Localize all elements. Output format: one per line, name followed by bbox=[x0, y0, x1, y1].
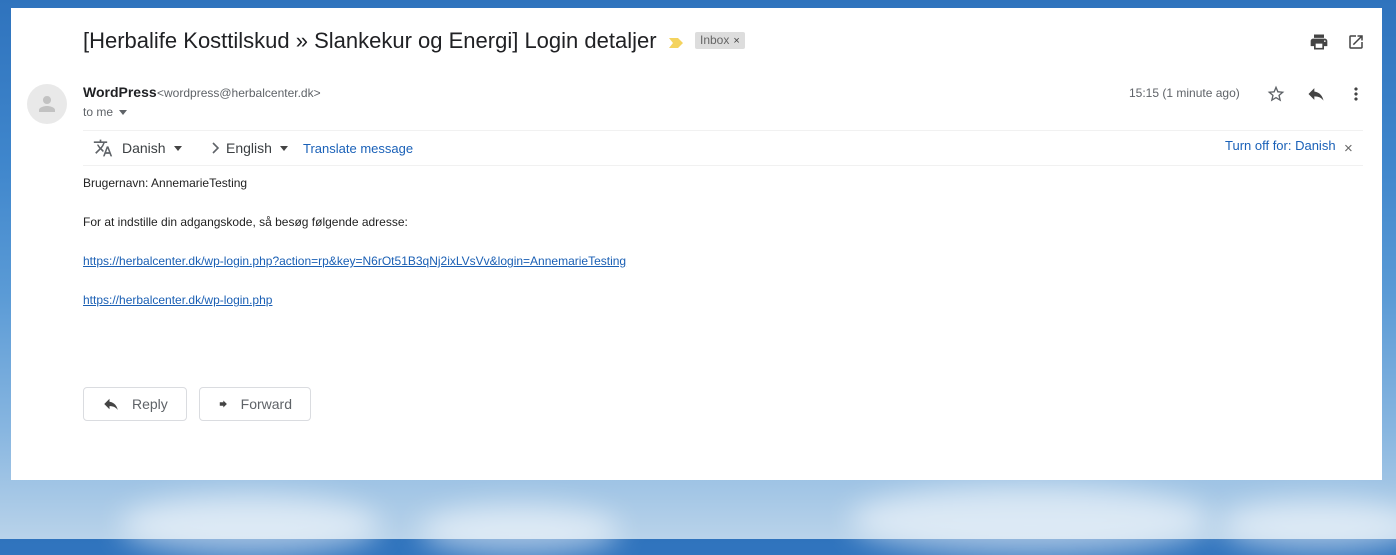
sender-name: WordPress bbox=[83, 84, 157, 100]
forward-icon bbox=[219, 400, 227, 408]
reply-button[interactable]: Reply bbox=[83, 387, 187, 421]
sender-email: <wordpress@herbalcenter.dk> bbox=[157, 86, 321, 100]
forward-button-label: Forward bbox=[240, 396, 292, 412]
forward-button[interactable]: Forward bbox=[199, 387, 311, 421]
reply-button-label: Reply bbox=[132, 396, 168, 412]
turn-off-translation-link[interactable]: Turn off for: Danish bbox=[1225, 128, 1336, 162]
remove-label-button[interactable]: × bbox=[733, 35, 739, 47]
caret-down-icon bbox=[119, 109, 128, 115]
open-in-new-window-button[interactable] bbox=[1344, 30, 1368, 54]
password-reset-link[interactable]: https://herbalcenter.dk/wp-login.php?act… bbox=[83, 254, 626, 268]
star-icon bbox=[1267, 85, 1285, 102]
target-language-label: English bbox=[226, 140, 272, 156]
more-options-button[interactable] bbox=[1344, 82, 1368, 106]
recipient-text: to me bbox=[83, 105, 114, 119]
email-view: [Herbalife Kosttilskud » Slankekur og En… bbox=[11, 8, 1382, 480]
background-cloud bbox=[420, 505, 620, 555]
print-icon bbox=[1310, 34, 1328, 50]
caret-down-icon bbox=[173, 145, 182, 151]
translate-bar: Danish English Translate message Turn of… bbox=[83, 130, 1363, 166]
email-subject: [Herbalife Kosttilskud » Slankekur og En… bbox=[83, 28, 657, 53]
dismiss-translation-button[interactable]: × bbox=[1344, 131, 1353, 165]
source-language-dropdown[interactable]: Danish bbox=[122, 131, 182, 165]
reply-icon-button[interactable] bbox=[1304, 82, 1328, 106]
background-cloud bbox=[120, 495, 380, 555]
username-line: Brugernavn: AnnemarieTesting bbox=[83, 176, 248, 190]
importance-marker-icon[interactable] bbox=[668, 36, 684, 54]
open-new-window-icon bbox=[1349, 35, 1363, 49]
chevron-right-icon bbox=[211, 131, 221, 165]
star-button[interactable] bbox=[1264, 82, 1288, 106]
translate-message-link[interactable]: Translate message bbox=[303, 131, 413, 165]
caret-down-icon bbox=[279, 145, 288, 151]
translate-icon bbox=[93, 131, 113, 165]
avatar bbox=[27, 84, 67, 124]
target-language-dropdown[interactable]: English bbox=[226, 131, 288, 165]
inbox-label-text: Inbox bbox=[700, 33, 730, 47]
background-cloud bbox=[850, 485, 1210, 555]
recipient-details-toggle[interactable]: to me bbox=[83, 105, 128, 119]
reply-icon bbox=[1308, 88, 1324, 101]
background-cloud bbox=[1220, 500, 1396, 550]
more-vert-icon bbox=[1354, 87, 1358, 101]
source-language-label: Danish bbox=[122, 140, 166, 156]
inbox-label: Inbox × bbox=[695, 32, 745, 49]
print-button[interactable] bbox=[1307, 30, 1331, 54]
reply-icon bbox=[104, 398, 118, 410]
instruction-line: For at indstille din adgangskode, så bes… bbox=[83, 215, 408, 229]
message-timestamp: 15:15 (1 minute ago) bbox=[1129, 86, 1240, 100]
avatar-person-icon bbox=[39, 96, 55, 112]
login-link[interactable]: https://herbalcenter.dk/wp-login.php bbox=[83, 293, 272, 307]
